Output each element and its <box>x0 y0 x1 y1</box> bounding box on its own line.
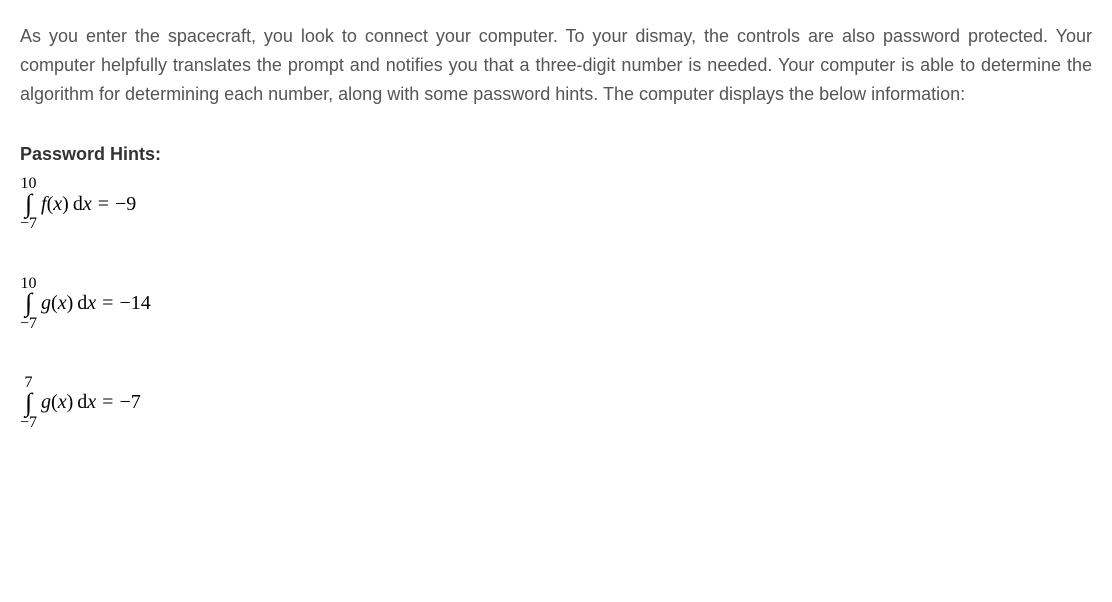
function-name: g <box>41 391 51 414</box>
close-paren: ) <box>67 292 74 315</box>
integral-column: 10 ∫ −7 <box>20 275 37 332</box>
rhs-value: −9 <box>115 193 136 216</box>
differential-var: x <box>83 193 92 216</box>
equation-row: 7 ∫ −7 g ( x ) d x = −7 <box>20 374 1092 431</box>
equation-1: 10 ∫ −7 f ( x ) d x = −9 <box>20 175 1092 232</box>
integral-icon: ∫ <box>25 392 32 414</box>
equals-sign: = <box>102 391 113 414</box>
integrand: g ( x ) d x = −7 <box>41 391 141 414</box>
intro-paragraph: As you enter the spacecraft, you look to… <box>20 22 1092 108</box>
equals-sign: = <box>98 193 109 216</box>
close-paren: ) <box>67 391 74 414</box>
variable: x <box>58 292 67 315</box>
differential-d: d <box>77 292 87 315</box>
lower-limit: −7 <box>20 315 37 333</box>
integral-column: 10 ∫ −7 <box>20 175 37 232</box>
integral-icon: ∫ <box>25 292 32 314</box>
differential-d: d <box>73 193 83 216</box>
equation-row: 10 ∫ −7 f ( x ) d x = −9 <box>20 175 1092 232</box>
open-paren: ( <box>51 391 58 414</box>
function-name: g <box>41 292 51 315</box>
integral-column: 7 ∫ −7 <box>20 374 37 431</box>
integrand: f ( x ) d x = −9 <box>41 193 136 216</box>
rhs-value: −14 <box>119 292 150 315</box>
rhs-value: −7 <box>119 391 140 414</box>
equation-row: 10 ∫ −7 g ( x ) d x = −14 <box>20 275 1092 332</box>
differential-var: x <box>87 391 96 414</box>
lower-limit: −7 <box>20 414 37 432</box>
open-paren: ( <box>51 292 58 315</box>
equals-sign: = <box>102 292 113 315</box>
integrand: g ( x ) d x = −14 <box>41 292 151 315</box>
page: As you enter the spacecraft, you look to… <box>0 0 1112 452</box>
lower-limit: −7 <box>20 215 37 233</box>
close-paren: ) <box>62 193 69 216</box>
password-hints-title: Password Hints: <box>20 144 1092 165</box>
variable: x <box>53 193 62 216</box>
differential-var: x <box>87 292 96 315</box>
variable: x <box>58 391 67 414</box>
integral-icon: ∫ <box>25 193 32 215</box>
differential-d: d <box>77 391 87 414</box>
equation-2: 10 ∫ −7 g ( x ) d x = −14 <box>20 275 1092 332</box>
equation-3: 7 ∫ −7 g ( x ) d x = −7 <box>20 374 1092 431</box>
